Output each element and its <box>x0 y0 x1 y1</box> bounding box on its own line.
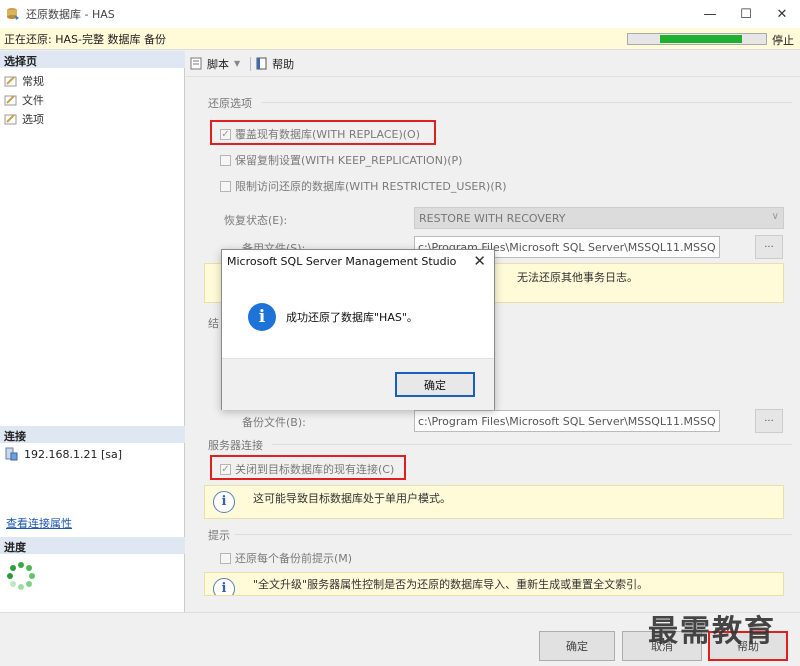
dialog-title: Microsoft SQL Server Management Studio <box>227 255 457 268</box>
toolbar-separator <box>250 56 252 71</box>
prompt-before-each-checkbox[interactable]: 还原每个备份前提示(M) <box>220 550 352 566</box>
stop-button[interactable]: 停止 <box>772 32 794 48</box>
success-dialog: Microsoft SQL Server Management Studio ✕… <box>221 249 495 410</box>
close-connections-label: 关闭到目标数据库的现有连接(C) <box>235 463 395 476</box>
close-window-button[interactable]: ✕ <box>764 0 800 28</box>
checkbox-box: ✓ <box>220 128 231 140</box>
overwrite-label: 覆盖现有数据库(WITH REPLACE)(O) <box>235 128 421 141</box>
backup-file-field[interactable]: c:\Program Files\Microsoft SQL Server\MS… <box>414 410 720 432</box>
group-divider <box>234 534 792 535</box>
progress-fill <box>660 35 742 43</box>
page-item-label: 常规 <box>22 75 44 88</box>
restore-progress-bar <box>627 33 767 45</box>
keep-replication-checkbox[interactable]: 保留复制设置(WITH KEEP_REPLICATION)(P) <box>220 152 462 168</box>
server-connections-group-label: 服务器连接 <box>208 439 263 452</box>
chevron-down-icon[interactable]: ▼ <box>234 59 240 68</box>
tail-log-group-label: 结 <box>208 317 219 330</box>
overwrite-checkbox[interactable]: ✓ 覆盖现有数据库(WITH REPLACE)(O) <box>220 126 420 142</box>
warning-text: 无法还原其他事务日志。 <box>517 271 638 284</box>
view-connection-properties-link[interactable]: 查看连接属性 <box>6 515 72 531</box>
dialog-ok-button[interactable]: 确定 <box>395 372 475 397</box>
minimize-button[interactable]: — <box>692 0 728 28</box>
restore-database-icon <box>7 8 19 20</box>
page-item-files[interactable]: 文件 <box>4 92 44 108</box>
connection-info: 192.168.1.21 [sa] <box>4 447 122 461</box>
toolbar: 脚本 ▼ 帮助 <box>186 51 800 77</box>
browse-standby-button[interactable]: ... <box>755 235 783 259</box>
info-panel-fulltext: i "全文升级"服务器属性控制是否为还原的数据库导入、重新生成或重置全文索引。 <box>204 572 784 596</box>
checkbox-box <box>220 180 231 192</box>
page-item-general[interactable]: 常规 <box>4 73 44 89</box>
info-icon: i <box>248 303 276 331</box>
keep-replication-label: 保留复制设置(WITH KEEP_REPLICATION)(P) <box>235 154 463 167</box>
info-panel-single-user: i 这可能导致目标数据库处于单用户模式。 <box>204 485 784 519</box>
page-icon <box>4 114 17 125</box>
group-divider <box>262 102 792 103</box>
close-icon[interactable]: ✕ <box>473 252 486 270</box>
status-bar: 正在还原: HAS-完整 数据库 备份 停止 <box>0 28 800 50</box>
prompt-before-each-label: 还原每个备份前提示(M) <box>235 552 353 565</box>
checkbox-box <box>220 154 231 166</box>
checkbox-box <box>220 552 231 564</box>
browse-backup-button[interactable]: ... <box>755 409 783 433</box>
group-divider <box>272 444 792 445</box>
restore-options-group-label: 还原选项 <box>208 97 252 110</box>
status-text: 正在还原: HAS-完整 数据库 备份 <box>4 32 166 46</box>
progress-spinner-icon <box>7 562 35 590</box>
restricted-user-label: 限制访问还原的数据库(WITH RESTRICTED_USER)(R) <box>235 180 507 193</box>
window-controls: — ☐ ✕ <box>692 0 800 28</box>
left-pane: 选择页 常规 文件 选项 连接 192.168.1.21 [sa] 查看连接属性… <box>0 51 185 612</box>
dialog-footer: 确定 <box>222 358 494 410</box>
script-icon <box>190 57 202 70</box>
info-icon: i <box>213 491 235 513</box>
page-item-options[interactable]: 选项 <box>4 111 44 127</box>
info-icon: i <box>213 578 235 595</box>
single-user-info-text: 这可能导致目标数据库处于单用户模式。 <box>253 492 451 505</box>
page-item-label: 文件 <box>22 94 44 107</box>
script-button[interactable]: 脚本 ▼ <box>190 56 240 72</box>
page-icon <box>4 76 17 87</box>
select-page-header: 选择页 <box>0 51 185 68</box>
window-title: 还原数据库 - HAS <box>26 8 115 21</box>
prompt-group-label: 提示 <box>208 529 230 542</box>
backup-file-label: 备份文件(B): <box>242 416 306 429</box>
server-icon <box>5 447 18 461</box>
help-button[interactable]: 帮助 <box>255 56 294 72</box>
progress-header: 进度 <box>0 537 185 554</box>
close-connections-checkbox[interactable]: ✓ 关闭到目标数据库的现有连接(C) <box>220 461 394 477</box>
watermark-logo: 最需教育 <box>648 614 776 649</box>
checkbox-box: ✓ <box>220 463 231 475</box>
page-icon <box>4 95 17 106</box>
dialog-message: 成功还原了数据库"HAS"。 <box>286 311 418 324</box>
recovery-state-value: RESTORE WITH RECOVERY <box>419 212 566 225</box>
title-bar: 还原数据库 - HAS — ☐ ✕ <box>0 0 800 28</box>
connection-value: 192.168.1.21 [sa] <box>24 447 123 461</box>
script-label: 脚本 <box>207 57 229 71</box>
maximize-button[interactable]: ☐ <box>728 0 764 28</box>
connection-header: 连接 <box>0 426 185 443</box>
ok-button[interactable]: 确定 <box>539 631 615 661</box>
page-item-label: 选项 <box>22 113 44 126</box>
restricted-user-checkbox[interactable]: 限制访问还原的数据库(WITH RESTRICTED_USER)(R) <box>220 178 507 194</box>
help-icon <box>256 57 267 70</box>
help-label: 帮助 <box>272 57 295 71</box>
recovery-state-label: 恢复状态(E): <box>224 214 288 227</box>
recovery-state-select[interactable]: RESTORE WITH RECOVERY ∨ <box>414 207 784 229</box>
fulltext-info-text: "全文升级"服务器属性控制是否为还原的数据库导入、重新生成或重置全文索引。 <box>253 578 649 591</box>
chevron-down-icon: ∨ <box>771 211 779 222</box>
